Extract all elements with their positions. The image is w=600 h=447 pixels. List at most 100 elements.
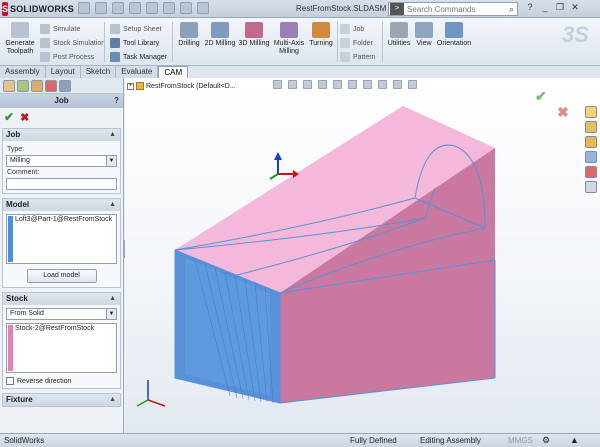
minimize-icon[interactable]: _ xyxy=(539,2,551,13)
turning-button[interactable]: Turning xyxy=(308,22,334,48)
collapse-icon[interactable]: ▲ xyxy=(109,394,116,406)
origin-triad xyxy=(269,152,299,180)
comment-field[interactable] xyxy=(6,178,117,190)
job-group-title[interactable]: Job ▲ xyxy=(3,129,120,141)
orientation-button[interactable]: Orientation xyxy=(436,22,472,48)
collapse-icon[interactable]: ▲ xyxy=(109,199,116,211)
drilling-button[interactable]: Drilling xyxy=(177,22,201,48)
manager-tabs xyxy=(0,78,123,94)
design-library-icon[interactable] xyxy=(585,121,597,133)
stock-simulation-button[interactable]: Stock Simulation xyxy=(40,38,105,48)
model-graphics xyxy=(136,106,496,407)
help-icon[interactable]: ? xyxy=(524,2,536,13)
post-process-button[interactable]: Post Process xyxy=(40,52,94,62)
fixture-group: Fixture ▲ xyxy=(2,393,121,407)
property-manager-icon[interactable] xyxy=(17,79,29,92)
utilities-button[interactable]: Utilities xyxy=(386,22,412,48)
chevron-down-icon[interactable]: ▼ xyxy=(106,309,116,319)
command-tabs: Assembly Layout Sketch Evaluate CAM xyxy=(0,66,600,78)
post-process-icon xyxy=(40,52,50,62)
rebuild-icon[interactable] xyxy=(180,2,192,14)
search-input[interactable] xyxy=(404,4,494,14)
milling-3d-button[interactable]: 3D Milling xyxy=(238,22,270,48)
generate-toolpath-button[interactable]: Generate Toolpath xyxy=(4,22,36,56)
setup-sheet-button[interactable]: Setup Sheet xyxy=(110,24,162,34)
feature-tree-icon[interactable] xyxy=(3,79,15,92)
view-button[interactable]: View xyxy=(414,22,434,48)
model-list[interactable]: Loft3@Part-1@RestFromStock xyxy=(6,214,117,264)
ribbon-separator xyxy=(382,22,383,62)
utilities-icon xyxy=(390,22,408,38)
model-list-item[interactable]: Loft3@Part-1@RestFromStock xyxy=(15,216,112,223)
pattern-button[interactable]: Pattern xyxy=(340,52,376,62)
ribbon-separator xyxy=(337,22,338,62)
stock-list[interactable]: Stock-2@RestFromStock xyxy=(6,323,117,373)
title-bar: S SOLIDWORKS RestFromStock.SLDASM * > ⌕ … xyxy=(0,0,600,18)
rebuild-status-icon[interactable]: ⚙ xyxy=(542,434,550,447)
status-app: SolidWorks xyxy=(4,436,45,445)
tab-evaluate[interactable]: Evaluate xyxy=(116,66,159,78)
open-icon[interactable] xyxy=(95,2,107,14)
print-icon[interactable] xyxy=(129,2,141,14)
ok-icon[interactable]: ✔ xyxy=(4,110,14,124)
folder-button[interactable]: Folder xyxy=(340,38,373,48)
new-icon[interactable] xyxy=(78,2,90,14)
tool-library-button[interactable]: Tool Library xyxy=(110,38,159,48)
search-scope-icon[interactable]: > xyxy=(390,3,404,15)
search-commands[interactable]: > ⌕ xyxy=(388,2,518,16)
status-units[interactable]: MMGS xyxy=(508,434,533,447)
cancel-icon[interactable]: ✖ xyxy=(20,111,29,124)
options-icon[interactable] xyxy=(197,2,209,14)
reverse-direction-checkbox[interactable] xyxy=(6,377,14,385)
stock-list-item[interactable]: Stock-2@RestFromStock xyxy=(15,325,94,332)
multi-axis-milling-button[interactable]: Multi-Axis Milling xyxy=(271,22,307,56)
logo-text: SOLIDWORKS xyxy=(10,4,75,14)
graphics-area[interactable]: + RestFromStock (Default<D... ✔ ✖ xyxy=(125,78,600,433)
notification-icon[interactable]: ▲ xyxy=(570,434,579,447)
stock-group-title[interactable]: Stock ▲ xyxy=(3,293,120,305)
orientation-icon xyxy=(445,22,463,38)
type-label: Type: xyxy=(7,146,25,153)
tab-layout[interactable]: Layout xyxy=(45,66,81,78)
file-explorer-icon[interactable] xyxy=(585,136,597,148)
simulate-button[interactable]: Simulate xyxy=(40,24,80,34)
status-mode: Editing Assembly xyxy=(420,436,481,445)
configuration-icon[interactable] xyxy=(31,79,43,92)
milling-2d-button[interactable]: 2D Milling xyxy=(204,22,236,48)
job-button[interactable]: Job xyxy=(340,24,364,34)
chevron-down-icon[interactable]: ▼ xyxy=(106,156,116,166)
tool-library-icon xyxy=(110,38,120,48)
multi-axis-milling-icon xyxy=(280,22,298,38)
appearances-icon[interactable] xyxy=(585,166,597,178)
tab-cam[interactable]: CAM xyxy=(158,66,189,78)
document-title: RestFromStock.SLDASM * xyxy=(296,4,392,13)
save-icon[interactable] xyxy=(112,2,124,14)
resources-icon[interactable] xyxy=(585,106,597,118)
stock-source-select[interactable]: From Solid ▼ xyxy=(6,308,117,320)
help-icon[interactable]: ? xyxy=(114,94,119,108)
collapse-icon[interactable]: ▲ xyxy=(109,129,116,141)
solidworks-logo[interactable]: S SOLIDWORKS xyxy=(2,1,74,17)
cam-manager-icon[interactable] xyxy=(59,79,71,92)
type-select[interactable]: Milling ▼ xyxy=(6,155,117,167)
model-group: Model ▲ Loft3@Part-1@RestFromStock Load … xyxy=(2,198,121,288)
view-palette-icon[interactable] xyxy=(585,151,597,163)
tab-assembly[interactable]: Assembly xyxy=(0,66,46,78)
collapse-icon[interactable]: ▲ xyxy=(109,293,116,305)
reverse-direction-label: Reverse direction xyxy=(17,377,72,385)
load-model-button[interactable]: Load model xyxy=(26,269,97,283)
search-icon[interactable]: ⌕ xyxy=(509,4,514,15)
select-icon[interactable] xyxy=(163,2,175,14)
reverse-direction-row[interactable]: Reverse direction xyxy=(6,377,117,385)
undo-icon[interactable] xyxy=(146,2,158,14)
fixture-group-title[interactable]: Fixture ▲ xyxy=(3,394,120,406)
reference-triad xyxy=(136,380,166,407)
custom-properties-icon[interactable] xyxy=(585,181,597,193)
task-manager-button[interactable]: Task Manager xyxy=(110,52,167,62)
property-manager: Job ? ✔ ✖ Job ▲ Type: Milling ▼ Comment:… xyxy=(0,78,124,433)
tab-sketch[interactable]: Sketch xyxy=(80,66,117,78)
model-group-title[interactable]: Model ▲ xyxy=(3,199,120,211)
display-manager-icon[interactable] xyxy=(45,79,57,92)
restore-icon[interactable]: ❒ xyxy=(554,2,566,13)
close-icon[interactable]: ✕ xyxy=(569,2,581,13)
